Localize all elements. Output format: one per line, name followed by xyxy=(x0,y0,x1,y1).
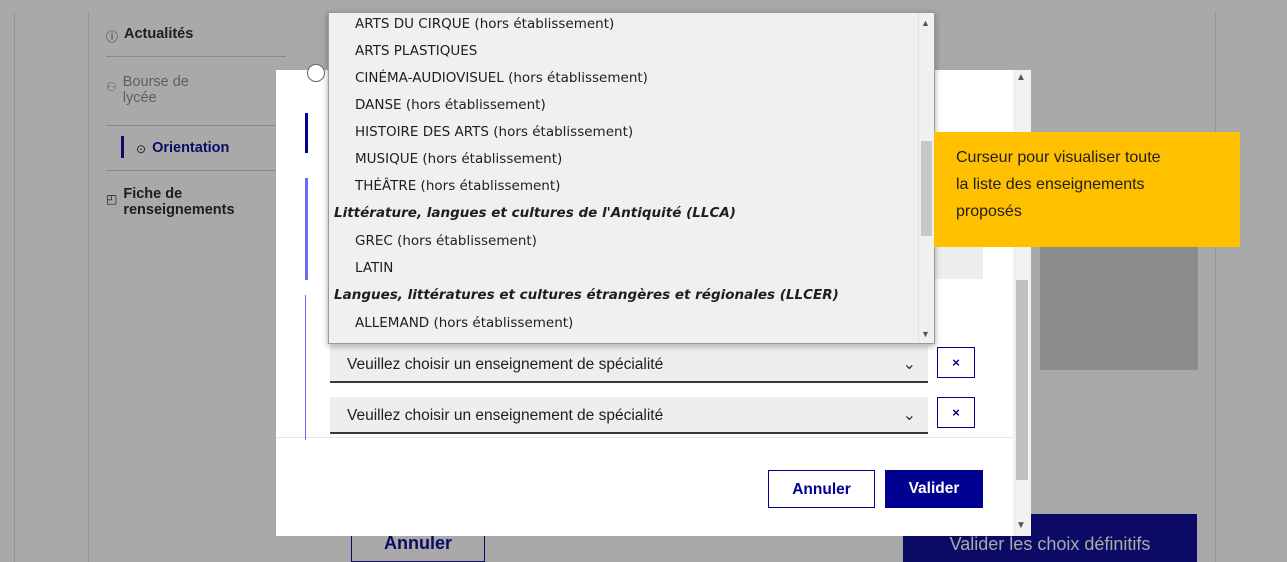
scroll-down-icon[interactable]: ▼ xyxy=(921,329,930,339)
select-value: Veuillez choisir un enseignement de spéc… xyxy=(347,407,664,424)
dropdown-option[interactable]: CINÉMA-AUDIOVISUEL (hors établissement) xyxy=(329,70,917,96)
dropdown-option[interactable]: ARTS PLASTIQUES xyxy=(329,43,917,69)
scroll-up-icon[interactable]: ▲ xyxy=(1016,72,1026,83)
chevron-down-icon: ⌄ xyxy=(902,356,916,373)
scroll-down-icon[interactable]: ▼ xyxy=(1016,520,1026,531)
callout-line: Curseur pour visualiser toute xyxy=(956,149,1161,166)
section-indicator xyxy=(305,113,308,153)
specialty-dropdown-list[interactable]: ARTS DU CIRQUE (hors établissement) ARTS… xyxy=(328,12,935,344)
specialty-select[interactable]: Veuillez choisir un enseignement de spéc… xyxy=(330,397,928,434)
dropdown-group-header: Langues, littératures et cultures étrang… xyxy=(334,287,839,303)
cancel-button[interactable]: Annuler xyxy=(768,470,875,508)
callout-line: proposés xyxy=(956,203,1022,220)
remove-specialty-button[interactable]: × xyxy=(937,397,975,428)
dropdown-option[interactable]: GREC (hors établissement) xyxy=(329,233,917,259)
radio-button[interactable] xyxy=(307,64,325,82)
dropdown-option[interactable]: ARTS DU CIRQUE (hors établissement) xyxy=(329,16,917,42)
select-value: Veuillez choisir un enseignement de spéc… xyxy=(347,356,664,373)
scroll-up-icon[interactable]: ▲ xyxy=(921,18,930,28)
chevron-down-icon: ⌄ xyxy=(902,407,916,424)
dropdown-option[interactable]: HISTOIRE DES ARTS (hors établissement) xyxy=(329,124,917,150)
modal-scrollbar-thumb[interactable] xyxy=(1016,280,1028,480)
dropdown-option[interactable]: THÉÂTRE (hors établissement) xyxy=(329,178,917,204)
dropdown-option[interactable]: ALLEMAND (hors établissement) xyxy=(329,315,917,341)
validate-button[interactable]: Valider xyxy=(885,470,983,508)
dropdown-scrollbar-thumb[interactable] xyxy=(921,141,932,236)
specialty-select[interactable]: Veuillez choisir un enseignement de spéc… xyxy=(330,346,928,383)
dropdown-group-header: Littérature, langues et cultures de l'An… xyxy=(334,205,736,221)
section-indicator xyxy=(305,295,306,440)
section-indicator xyxy=(305,178,308,280)
dropdown-option[interactable]: DANSE (hors établissement) xyxy=(329,97,917,123)
annotation-callout: Curseur pour visualiser toute la liste d… xyxy=(934,132,1240,247)
dropdown-option[interactable]: LATIN xyxy=(329,260,917,286)
grey-panel xyxy=(932,243,983,279)
dropdown-option[interactable]: MUSIQUE (hors établissement) xyxy=(329,151,917,177)
callout-line: la liste des enseignements xyxy=(956,176,1145,193)
remove-specialty-button[interactable]: × xyxy=(937,347,975,378)
